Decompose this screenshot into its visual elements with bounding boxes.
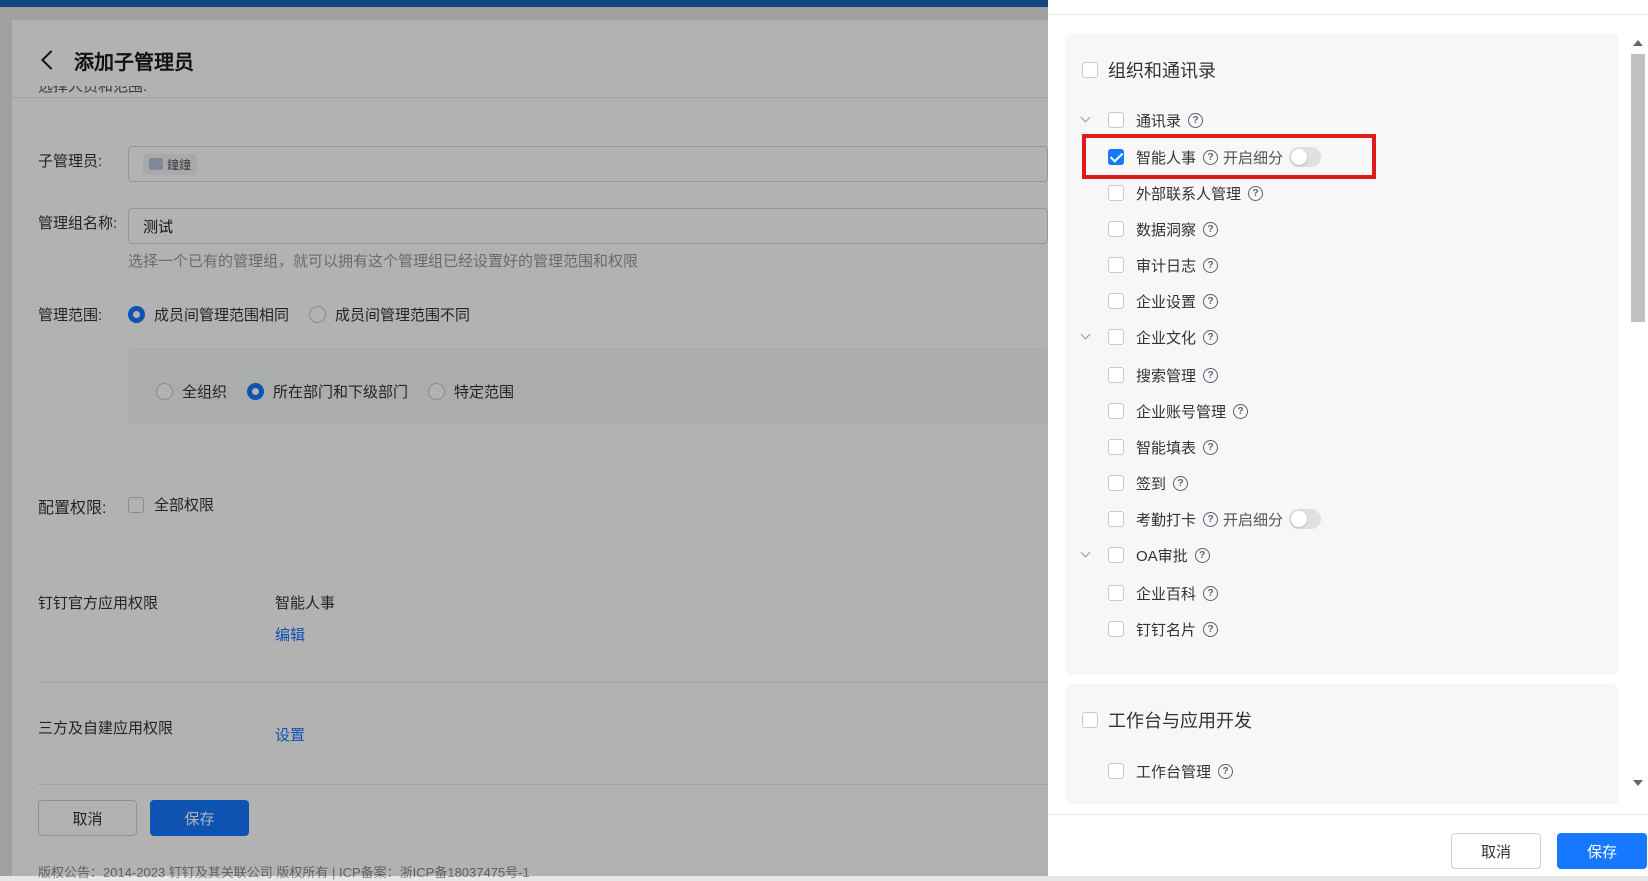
help-icon[interactable]: ? bbox=[1203, 367, 1219, 383]
drawer-top-divider bbox=[1048, 14, 1648, 15]
help-icon[interactable]: ? bbox=[1203, 257, 1219, 273]
perm-item-oa-approval[interactable]: OA审批? bbox=[1080, 543, 1210, 567]
checkbox[interactable] bbox=[1108, 547, 1124, 563]
permission-drawer: 组织和通讯录 通讯录? 智能人事? 开启细分 外部联系人管理? 数据洞察? 审计日… bbox=[1048, 0, 1648, 876]
item-label: 企业账号管理 bbox=[1136, 403, 1227, 421]
help-icon[interactable]: ? bbox=[1203, 293, 1219, 309]
help-icon[interactable]: ? bbox=[1248, 185, 1264, 201]
help-icon[interactable]: ? bbox=[1173, 475, 1189, 491]
item-label: 工作台管理 bbox=[1136, 763, 1212, 781]
checkbox[interactable] bbox=[1108, 585, 1124, 601]
section-workbench[interactable]: 工作台与应用开发 bbox=[1082, 707, 1252, 733]
section-org-contacts[interactable]: 组织和通讯录 bbox=[1082, 57, 1216, 83]
perm-item-enterprise-culture[interactable]: 企业文化? bbox=[1080, 325, 1219, 349]
help-icon[interactable]: ? bbox=[1203, 585, 1219, 601]
perm-item-audit-log[interactable]: 审计日志? bbox=[1108, 253, 1219, 277]
help-icon[interactable]: ? bbox=[1218, 763, 1234, 779]
scroll-down-icon[interactable] bbox=[1633, 780, 1643, 786]
help-icon[interactable]: ? bbox=[1203, 439, 1219, 455]
perm-item-smart-forms[interactable]: 智能填表? bbox=[1108, 435, 1219, 459]
help-icon[interactable]: ? bbox=[1233, 403, 1249, 419]
item-label: 钉钉名片 bbox=[1136, 621, 1197, 639]
perm-item-attendance[interactable]: 考勤打卡? 开启细分 bbox=[1108, 507, 1322, 531]
item-label: 审计日志 bbox=[1136, 257, 1197, 275]
section-title: 组织和通讯录 bbox=[1108, 61, 1216, 81]
checkbox[interactable] bbox=[1108, 221, 1124, 237]
checkbox[interactable] bbox=[1108, 439, 1124, 455]
item-label: 考勤打卡 bbox=[1136, 511, 1197, 529]
section-title: 工作台与应用开发 bbox=[1108, 711, 1252, 731]
checkbox[interactable] bbox=[1082, 62, 1098, 78]
perm-item-encyclopedia[interactable]: 企业百科? bbox=[1108, 581, 1219, 605]
checkbox[interactable] bbox=[1108, 475, 1124, 491]
drawer-cancel-button[interactable]: 取消 bbox=[1451, 833, 1541, 869]
drawer-save-button[interactable]: 保存 bbox=[1557, 833, 1647, 869]
help-icon[interactable]: ? bbox=[1203, 329, 1219, 345]
help-icon[interactable]: ? bbox=[1203, 511, 1219, 527]
checkbox[interactable] bbox=[1108, 621, 1124, 637]
workbench-panel bbox=[1066, 684, 1618, 804]
checkbox[interactable] bbox=[1108, 293, 1124, 309]
item-label: 签到 bbox=[1136, 475, 1167, 493]
checkbox[interactable] bbox=[1108, 511, 1124, 527]
perm-item-external-contacts[interactable]: 外部联系人管理? bbox=[1108, 181, 1264, 205]
checkbox[interactable] bbox=[1108, 257, 1124, 273]
item-label: 搜索管理 bbox=[1136, 367, 1197, 385]
checkbox[interactable] bbox=[1108, 763, 1124, 779]
checkbox[interactable] bbox=[1108, 185, 1124, 201]
checkbox[interactable] bbox=[1108, 112, 1124, 128]
scrollbar-thumb[interactable] bbox=[1631, 54, 1645, 322]
perm-item-check-in[interactable]: 签到? bbox=[1108, 471, 1189, 495]
perm-item-data-insight[interactable]: 数据洞察? bbox=[1108, 217, 1219, 241]
item-label: 企业文化 bbox=[1136, 329, 1197, 347]
checkbox[interactable] bbox=[1108, 403, 1124, 419]
checkbox[interactable] bbox=[1108, 329, 1124, 345]
item-label: 外部联系人管理 bbox=[1136, 185, 1242, 203]
help-icon[interactable]: ? bbox=[1203, 621, 1219, 637]
toggle-label: 开启细分 bbox=[1223, 511, 1284, 529]
perm-item-search-management[interactable]: 搜索管理? bbox=[1108, 363, 1219, 387]
checkbox[interactable] bbox=[1108, 367, 1124, 383]
item-label: 通讯录 bbox=[1136, 112, 1182, 130]
perm-item-contacts[interactable]: 通讯录? bbox=[1080, 108, 1204, 132]
item-label: OA审批 bbox=[1136, 547, 1188, 565]
checkbox[interactable] bbox=[1082, 712, 1098, 728]
help-icon[interactable]: ? bbox=[1188, 112, 1204, 128]
scroll-up-icon[interactable] bbox=[1633, 40, 1643, 46]
item-label: 数据洞察 bbox=[1136, 221, 1197, 239]
perm-item-business-card[interactable]: 钉钉名片? bbox=[1108, 617, 1219, 641]
perm-item-enterprise-settings[interactable]: 企业设置? bbox=[1108, 289, 1219, 313]
perm-item-workbench-management[interactable]: 工作台管理? bbox=[1108, 759, 1234, 783]
drawer-footer-divider bbox=[1048, 814, 1648, 815]
help-icon[interactable]: ? bbox=[1203, 221, 1219, 237]
modal-overlay[interactable] bbox=[0, 0, 1048, 876]
perm-item-account-management[interactable]: 企业账号管理? bbox=[1108, 399, 1249, 423]
subdivide-toggle[interactable] bbox=[1289, 509, 1322, 529]
help-icon[interactable]: ? bbox=[1194, 547, 1210, 563]
red-highlight-box bbox=[1082, 134, 1376, 179]
item-label: 企业百科 bbox=[1136, 585, 1197, 603]
item-label: 企业设置 bbox=[1136, 293, 1197, 311]
item-label: 智能填表 bbox=[1136, 439, 1197, 457]
